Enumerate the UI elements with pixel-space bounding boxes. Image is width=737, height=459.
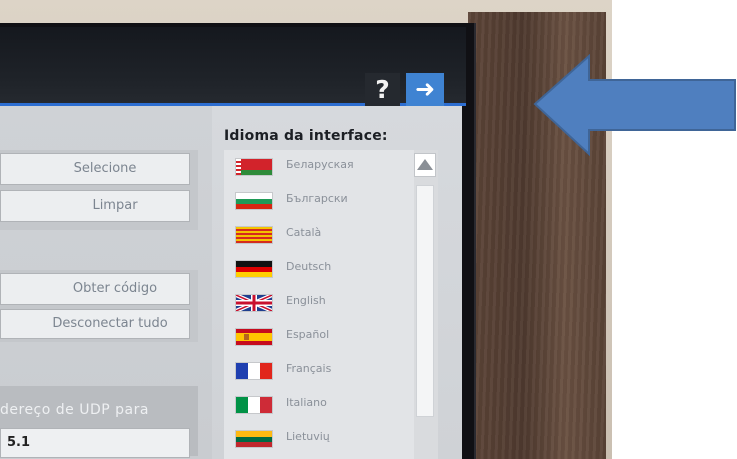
uk-flag-icon-graphic	[236, 295, 272, 311]
language-list[interactable]: Беларуская Български Català Deutsch Engl…	[224, 150, 414, 459]
scrollbar-thumb[interactable]	[416, 185, 434, 417]
language-item-italian[interactable]: Italiano	[224, 388, 414, 422]
language-item-german[interactable]: Deutsch	[224, 252, 414, 286]
language-item-english[interactable]: English	[224, 286, 414, 320]
lithuania-flag-icon	[236, 431, 272, 447]
italy-flag-icon	[236, 397, 272, 413]
language-item-spanish[interactable]: Español	[224, 320, 414, 354]
select-button[interactable]: Selecione	[0, 153, 190, 185]
udp-address-label: dereço de UDP para	[0, 402, 149, 418]
language-name: English	[286, 294, 326, 307]
bulgaria-flag-icon	[236, 193, 272, 209]
germany-flag-icon	[236, 261, 272, 277]
language-item-bulgarian[interactable]: Български	[224, 184, 414, 218]
left-settings-pane: Selecione Limpar Obter código Desconecta…	[0, 106, 212, 459]
tv-photo: ? ➜ Selecione Limpar Obter código Descon…	[0, 0, 612, 459]
udp-address-field[interactable]: 5.1	[0, 428, 190, 458]
disconnect-all-button[interactable]: Desconectar tudo	[0, 309, 190, 339]
arrow-right-icon: ➜	[414, 75, 436, 103]
language-item-catalan[interactable]: Català	[224, 218, 414, 252]
clear-button[interactable]: Limpar	[0, 190, 190, 222]
language-name: Español	[286, 328, 330, 341]
language-name: Lietuvių	[286, 430, 330, 443]
language-name: Български	[286, 192, 348, 205]
language-name: Беларуская	[286, 158, 354, 171]
question-mark-icon: ?	[375, 75, 390, 104]
get-code-button[interactable]: Obter código	[0, 273, 190, 305]
language-item-lithuanian[interactable]: Lietuvių	[224, 422, 414, 456]
language-item-french[interactable]: Français	[224, 354, 414, 388]
interface-language-title: Idioma da interface:	[224, 128, 388, 144]
uk-flag-icon	[236, 295, 272, 311]
belarus-flag-icon	[236, 159, 272, 175]
language-name: Català	[286, 226, 322, 239]
language-name: Deutsch	[286, 260, 332, 273]
scroll-up-button[interactable]	[414, 153, 436, 177]
settings-screen: Selecione Limpar Obter código Desconecta…	[0, 106, 462, 459]
language-item-belarusian[interactable]: Беларуская	[224, 150, 414, 184]
pointer-arrow-icon	[533, 54, 736, 156]
language-name: Italiano	[286, 396, 327, 409]
catalonia-flag-icon	[236, 227, 272, 243]
france-flag-icon	[236, 363, 272, 379]
help-button[interactable]: ?	[365, 73, 400, 106]
language-name: Français	[286, 362, 332, 375]
next-button[interactable]: ➜	[406, 73, 444, 106]
spain-flag-icon	[236, 329, 272, 345]
